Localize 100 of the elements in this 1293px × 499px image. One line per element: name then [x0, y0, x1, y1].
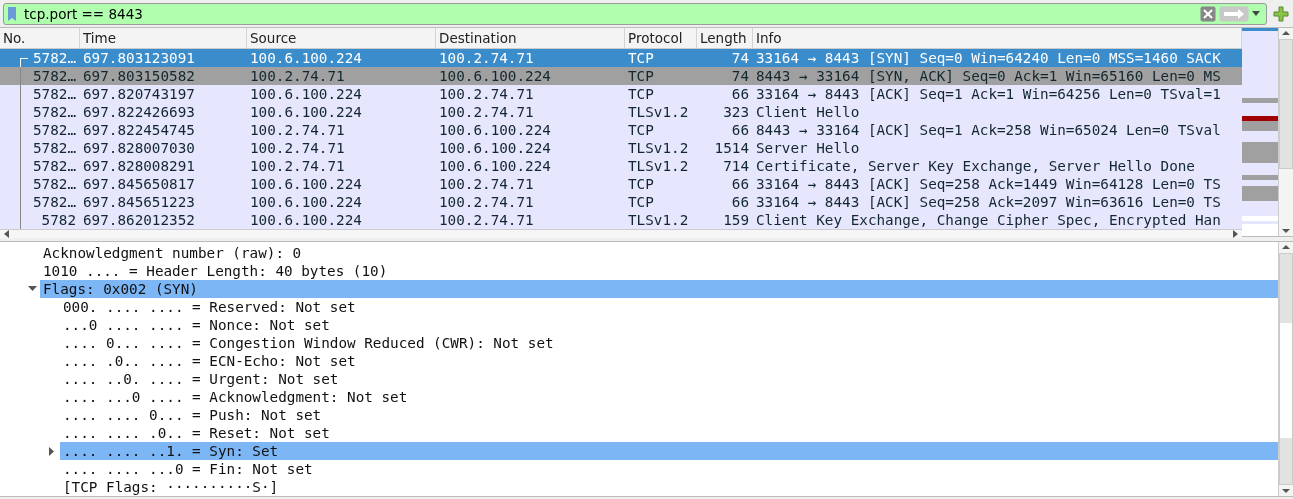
detail-item[interactable]: .... ..0. .... = Urgent: Not set	[60, 370, 1278, 388]
table-cell: 697.822426693	[83, 103, 195, 122]
table-cell: 66	[731, 193, 749, 212]
table-cell: TCP	[628, 121, 654, 140]
table-cell: 5782…	[32, 193, 76, 212]
packet-row[interactable]: 5782… 697.845651223 100.6.100.224 100.2.74.71 TCP 66 33164 → 8443 [ACK] Seq=258 Ack=2097 Win=63616 Len=0 TS	[0, 193, 1242, 212]
table-cell: TCP	[628, 67, 654, 86]
table-cell: 697.803123091	[83, 49, 195, 68]
collapse-arrow-icon[interactable]	[27, 286, 37, 292]
table-cell: 100.2.74.71	[439, 193, 534, 212]
detail-item[interactable]: .... 0... .... = Congestion Window Reduced (CWR): Not set	[60, 334, 1278, 352]
detail-item[interactable]: 1010 .... = Header Length: 40 bytes (10)	[40, 262, 1278, 280]
detail-item[interactable]: Flags: 0x002 (SYN)	[40, 280, 1278, 298]
table-cell: 100.6.100.224	[250, 193, 362, 212]
table-cell: TCP	[628, 175, 654, 194]
table-cell: Server Hello	[756, 139, 860, 158]
column-header[interactable]: Source	[247, 28, 436, 49]
detail-item[interactable]: ...0 .... .... = Nonce: Not set	[60, 316, 1278, 334]
column-header[interactable]: Time	[80, 28, 247, 49]
table-cell: 100.2.74.71	[250, 157, 345, 176]
table-cell: 8443 → 33164 [SYN, ACK] Seq=0 Ack=1 Win=65160 Len=0 MS	[756, 67, 1221, 86]
table-cell: 100.2.74.71	[439, 211, 534, 230]
display-filter-field[interactable]: tcp.port == 8443	[20, 5, 1197, 22]
table-cell: 74	[731, 49, 749, 68]
table-cell: 100.6.100.224	[250, 85, 362, 104]
scroll-down-icon[interactable]	[1282, 489, 1290, 493]
table-cell: TCP	[628, 85, 654, 104]
table-cell: 100.2.74.71	[439, 175, 534, 194]
detail-item[interactable]: Acknowledgment number (raw): 0	[40, 244, 1278, 262]
table-cell: 5782…	[32, 103, 76, 122]
table-cell: 697.828007030	[83, 139, 195, 158]
table-cell: 697.803150582	[83, 67, 195, 86]
packet-row[interactable]: 5782… 697.822426693 100.6.100.224 100.2.74.71 TLSv1.2 323 Client Hello	[0, 103, 1242, 122]
detail-item[interactable]: .... .... ...0 = Fin: Not set	[60, 460, 1278, 478]
table-cell: 100.6.100.224	[250, 175, 362, 194]
table-cell: 33164 → 8443 [ACK] Seq=258 Ack=2097 Win=63616 Len=0 TS	[756, 193, 1221, 212]
detail-item[interactable]: .... .0.. .... = ECN-Echo: Not set	[60, 352, 1278, 370]
table-cell: TCP	[628, 49, 654, 68]
table-cell: 714	[723, 157, 749, 176]
scroll-up-icon[interactable]	[1282, 31, 1290, 36]
packet-row[interactable]: 5782… 697.828007030 100.2.74.71 100.6.100.224 TLSv1.2 1514 Server Hello	[0, 139, 1242, 158]
vertical-scrollbar[interactable]	[1278, 28, 1293, 237]
table-cell: 100.2.74.71	[439, 85, 534, 104]
table-cell: 66	[731, 121, 749, 140]
table-cell: 8443 → 33164 [ACK] Seq=1 Ack=258 Win=65024 Len=0 TSval	[756, 121, 1221, 140]
expand-arrow-icon[interactable]	[49, 446, 55, 456]
table-cell: TLSv1.2	[628, 211, 689, 230]
table-cell: Client Hello	[756, 103, 860, 122]
clear-icon[interactable]	[1200, 5, 1216, 22]
table-cell: 33164 → 8443 [SYN] Seq=0 Win=64240 Len=0 MSS=1460 SACK	[756, 49, 1221, 68]
detail-item[interactable]: .... .... .0.. = Reset: Not set	[60, 424, 1278, 442]
table-cell: 697.822454745	[83, 121, 195, 140]
vertical-scrollbar[interactable]	[1278, 242, 1293, 496]
add-plus-icon[interactable]	[1273, 5, 1289, 22]
table-cell: 100.2.74.71	[250, 67, 345, 86]
packet-row[interactable]: 5782 697.862012352 100.6.100.224 100.2.74.71 TLSv1.2 159 Client Key Exchange, Change Cipher Spec, Encrypted Han	[0, 211, 1242, 230]
detail-item[interactable]: .... .... ..1. = Syn: Set	[60, 442, 1278, 460]
table-cell: 5782…	[32, 157, 76, 176]
table-cell: 100.6.100.224	[250, 211, 362, 230]
column-header[interactable]: Destination	[436, 28, 625, 49]
packet-row[interactable]: 5782… 697.820743197 100.6.100.224 100.2.74.71 TCP 66 33164 → 8443 [ACK] Seq=1 Ack=1 Win=64256 Len=0 TSval=1	[0, 85, 1242, 104]
table-cell: 5782…	[32, 121, 76, 140]
detail-item[interactable]: .... .... 0... = Push: Not set	[60, 406, 1278, 424]
detail-item[interactable]: .... ...0 .... = Acknowledgment: Not set	[60, 388, 1278, 406]
table-cell: TLSv1.2	[628, 103, 689, 122]
packet-row[interactable]: 5782… 697.803123091 100.6.100.224 100.2.74.71 TCP 74 33164 → 8443 [SYN] Seq=0 Win=64240 Len=0 MSS=1460 SACK	[0, 49, 1242, 68]
packet-minimap[interactable]	[1242, 28, 1278, 237]
packet-row[interactable]: 5782… 697.822454745 100.2.74.71 100.6.100.224 TCP 66 8443 → 33164 [ACK] Seq=1 Ack=258 Win=65024 Len=0 TSval	[0, 121, 1242, 140]
detail-item[interactable]: 000. .... .... = Reserved: Not set	[60, 298, 1278, 316]
dropdown-caret-icon[interactable]	[1252, 11, 1260, 17]
horizontal-scrollbar[interactable]	[0, 229, 1242, 239]
table-cell: 697.862012352	[83, 211, 195, 230]
scroll-down-icon[interactable]	[1282, 229, 1290, 234]
scroll-up-icon[interactable]	[1282, 245, 1290, 249]
display-filter-bar[interactable]: tcp.port == 8443	[3, 2, 1267, 25]
packet-row[interactable]: 5782… 697.828008291 100.2.74.71 100.6.100.224 TLSv1.2 714 Certificate, Server Key Exchange, Server Hello Done	[0, 157, 1242, 176]
table-cell: 323	[723, 103, 749, 122]
table-cell: 100.6.100.224	[439, 121, 551, 140]
column-header[interactable]: No.	[0, 28, 80, 49]
table-cell: 5782	[41, 211, 76, 230]
column-header[interactable]: Protocol	[625, 28, 697, 49]
table-cell: 100.2.74.71	[439, 49, 534, 68]
table-cell: 66	[731, 85, 749, 104]
scroll-left-icon[interactable]	[4, 230, 10, 239]
table-cell: 100.6.100.224	[250, 49, 362, 68]
table-cell: 697.845651223	[83, 193, 195, 212]
table-cell: 697.828008291	[83, 157, 195, 176]
table-cell: 33164 → 8443 [ACK] Seq=258 Ack=1449 Win=64128 Len=0 TS	[756, 175, 1221, 194]
table-cell: 100.6.100.224	[439, 67, 551, 86]
table-cell: 159	[723, 211, 749, 230]
table-cell: 100.2.74.71	[250, 121, 345, 140]
table-cell: 100.2.74.71	[439, 103, 534, 122]
column-header[interactable]: Length	[697, 28, 753, 49]
scroll-right-icon[interactable]	[1232, 230, 1238, 239]
packet-row[interactable]: 5782… 697.845650817 100.6.100.224 100.2.74.71 TCP 66 33164 → 8443 [ACK] Seq=258 Ack=1449 Win=64128 Len=0 TS	[0, 175, 1242, 194]
detail-item[interactable]: [TCP Flags: ··········S·]	[60, 478, 1278, 496]
packet-row[interactable]: 5782… 697.803150582 100.2.74.71 100.6.100.224 TCP 74 8443 → 33164 [SYN, ACK] Seq=0 Ack=1 Win=65160 Len=0 MS	[0, 67, 1242, 86]
table-cell: 5782…	[32, 175, 76, 194]
table-cell: 5782…	[32, 85, 76, 104]
table-cell: 100.6.100.224	[439, 157, 551, 176]
